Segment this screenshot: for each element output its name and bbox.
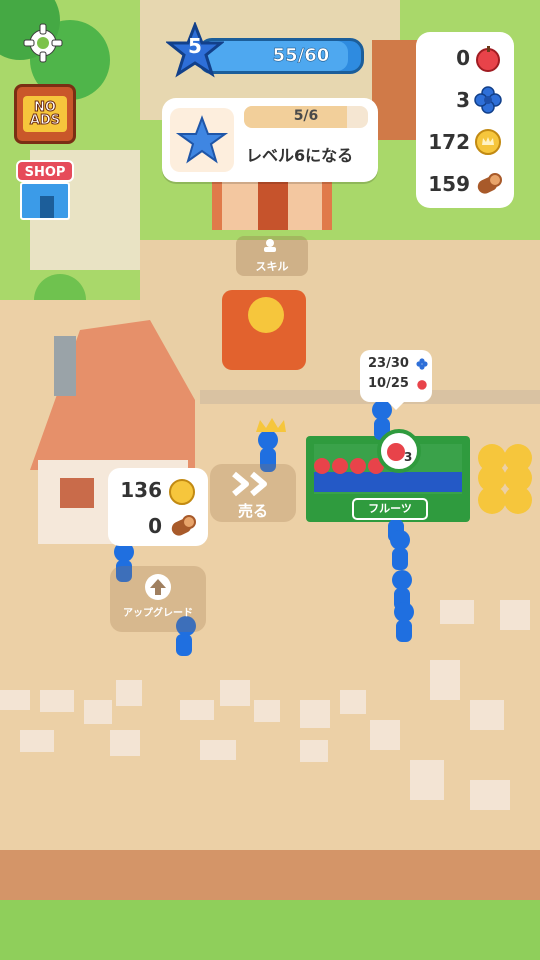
flower-count: 3 (456, 88, 470, 112)
apple-icon (417, 380, 427, 390)
skill-label: スキル (255, 260, 289, 273)
fruit-stand-stock: 23/30 10/25 (360, 350, 432, 410)
skill-pad[interactable]: スキル (236, 236, 308, 276)
log-icon (477, 173, 502, 194)
quest-icon (170, 108, 234, 172)
blue-flower-icon (474, 86, 502, 114)
resource-coins: 172 (416, 122, 514, 162)
blueberries (314, 472, 462, 492)
apple-stock: 10/25 (368, 376, 409, 391)
shop-button[interactable]: SHOP (14, 160, 76, 224)
level-badge: 5 (164, 20, 226, 80)
sell-pad[interactable]: 売る (210, 464, 296, 522)
settings-button[interactable] (22, 22, 64, 64)
gear-icon (23, 23, 63, 63)
shop-label: SHOP (16, 160, 74, 182)
star-icon (175, 115, 229, 164)
coin-icon (169, 479, 195, 505)
upgrade-log-cost: 0 (148, 514, 162, 538)
quest-card[interactable]: 5/6 レベル6になる (162, 98, 378, 182)
upgrade-pad[interactable]: アップグレード (110, 566, 206, 632)
grass-bottom (0, 900, 540, 960)
bulb (248, 297, 284, 333)
house-door (258, 180, 288, 230)
chimney (54, 336, 76, 396)
apple-icon (377, 429, 421, 473)
arrow-up-icon (145, 574, 171, 600)
no-ads-button[interactable]: NO ADS (14, 84, 76, 144)
resource-flowers: 3 (416, 80, 514, 120)
skill-icon (264, 239, 276, 252)
xp-text: 55/60 (272, 45, 330, 67)
fruit-stand-badge: 3 (376, 428, 422, 474)
resource-apples: 0 (416, 38, 514, 78)
cottage-window (60, 478, 94, 508)
blue-flower-icon (416, 358, 428, 370)
apple-icon (476, 46, 500, 72)
shop-icon (20, 182, 70, 220)
log-count: 159 (428, 172, 470, 196)
dirt-ground (140, 240, 540, 400)
quest-progress-bar: 5/6 (244, 106, 368, 128)
quest-progress-text: 5/6 (293, 108, 319, 124)
no-ads-label: NO ADS (23, 96, 67, 132)
coin-count: 172 (428, 130, 470, 154)
coin-stacks (478, 444, 532, 514)
upgrade-cost: 136 0 (108, 468, 208, 546)
upgrade-label: アップグレード (123, 608, 193, 619)
quest-title: レベル6になる (246, 146, 354, 165)
log-icon (171, 515, 196, 536)
coin-icon (475, 129, 501, 155)
resource-logs: 159 (416, 164, 514, 204)
double-chevron-right-icon (232, 471, 267, 497)
level-number: 5 (188, 34, 202, 58)
upgrade-coin-cost: 136 (120, 478, 162, 502)
sell-label: 売る (237, 502, 268, 520)
fruit-stand-label: フルーツ (352, 498, 428, 520)
resources-panel: 0 3 172 159 (416, 32, 514, 208)
apple-count: 0 (456, 46, 470, 70)
flower-stock: 23/30 (368, 356, 409, 371)
fruit-badge-count: 3 (404, 450, 413, 464)
